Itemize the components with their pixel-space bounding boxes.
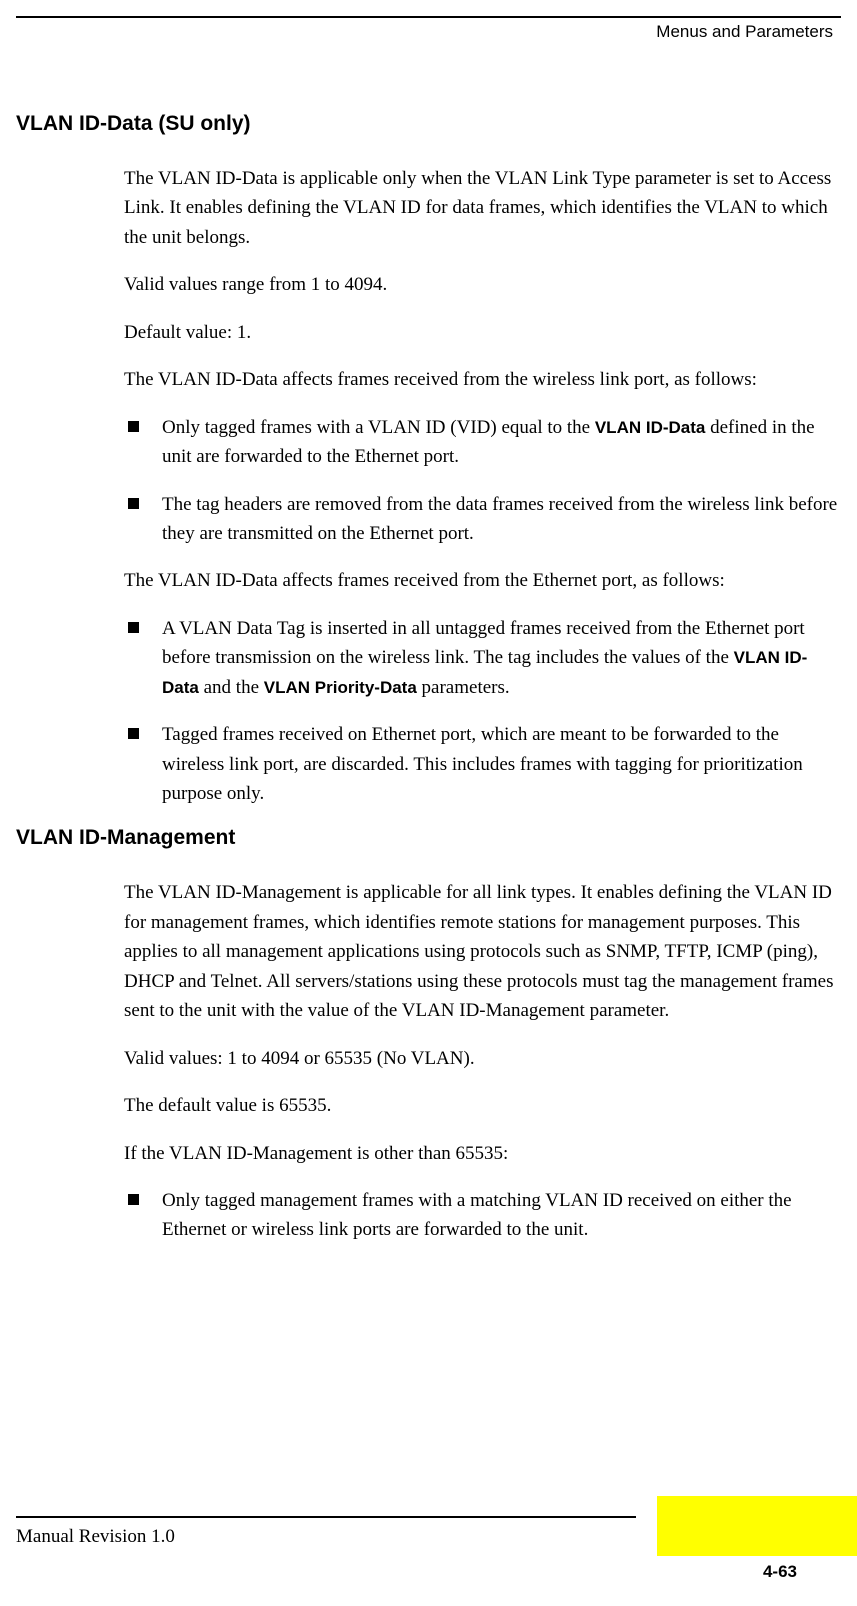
paragraph: Valid values: 1 to 4094 or 65535 (No VLA… [124, 1044, 841, 1073]
page-number: 4-63 [763, 1562, 797, 1582]
section-body: The VLAN ID-Management is applicable for… [124, 878, 841, 1244]
footer-left-text: Manual Revision 1.0 [16, 1526, 175, 1548]
bullet-item: A VLAN Data Tag is inserted in all untag… [124, 614, 841, 702]
bullet-item: Only tagged frames with a VLAN ID (VID) … [124, 413, 841, 472]
footer: Manual Revision 1.0 4-63 [16, 1516, 857, 1576]
bold-term: VLAN Priority-Data [264, 678, 417, 697]
paragraph: The VLAN ID-Data affects frames received… [124, 566, 841, 595]
bold-term: VLAN ID-Data [595, 418, 706, 437]
section-heading: VLAN ID-Management [16, 826, 841, 850]
bullet-item: Tagged frames received on Ethernet port,… [124, 720, 841, 808]
bullet-item: The tag headers are removed from the dat… [124, 490, 841, 549]
yellow-highlight [657, 1496, 857, 1556]
bullet-item: Only tagged management frames with a mat… [124, 1186, 841, 1245]
bullet-list: Only tagged management frames with a mat… [124, 1186, 841, 1245]
page-container: Menus and Parameters VLAN ID-Data (SU on… [0, 0, 857, 1245]
header-rule [16, 16, 841, 18]
paragraph: The VLAN ID-Data affects frames received… [124, 365, 841, 394]
section-heading: VLAN ID-Data (SU only) [16, 112, 841, 136]
header-title: Menus and Parameters [16, 22, 841, 42]
paragraph: The VLAN ID-Data is applicable only when… [124, 164, 841, 252]
section-body: The VLAN ID-Data is applicable only when… [124, 164, 841, 808]
bullet-list: Only tagged frames with a VLAN ID (VID) … [124, 413, 841, 549]
paragraph: Valid values range from 1 to 4094. [124, 270, 841, 299]
paragraph: The default value is 65535. [124, 1091, 841, 1120]
paragraph: Default value: 1. [124, 318, 841, 347]
paragraph: If the VLAN ID-Management is other than … [124, 1139, 841, 1168]
footer-row: Manual Revision 1.0 4-63 [16, 1526, 857, 1576]
footer-rule [16, 1516, 636, 1518]
content-root: VLAN ID-Data (SU only) The VLAN ID-Data i… [16, 112, 841, 1245]
bullet-list: A VLAN Data Tag is inserted in all untag… [124, 614, 841, 809]
paragraph: The VLAN ID-Management is applicable for… [124, 878, 841, 1025]
bold-term: VLAN ID-Data [162, 648, 807, 696]
